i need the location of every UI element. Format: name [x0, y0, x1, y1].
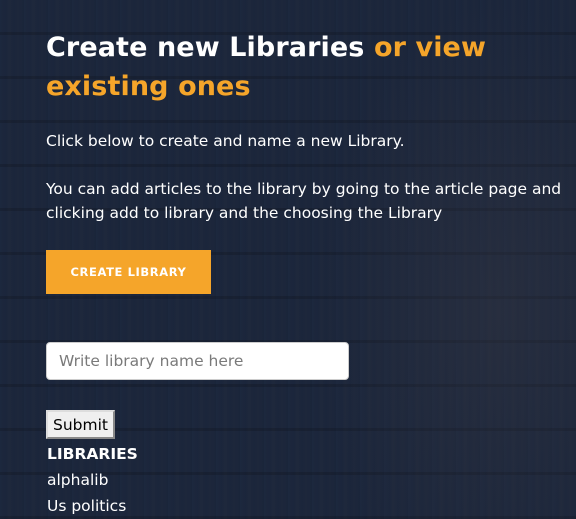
- libraries-heading: LIBRARIES: [47, 445, 138, 463]
- intro-text: Click below to create and name a new Lib…: [46, 132, 405, 150]
- library-name-input[interactable]: [46, 342, 349, 380]
- libraries-panel: Create new Libraries or view existing on…: [46, 28, 576, 519]
- submit-button[interactable]: Submit: [46, 410, 115, 439]
- instructions-text: You can add articles to the library by g…: [46, 180, 562, 222]
- create-library-button[interactable]: CREATE LIBRARY: [46, 250, 211, 294]
- page-title-main: Create new Libraries: [46, 32, 374, 63]
- page-title: Create new Libraries or view existing on…: [46, 28, 576, 106]
- library-item[interactable]: alphalib: [46, 467, 576, 493]
- library-item[interactable]: Us politics: [46, 493, 576, 519]
